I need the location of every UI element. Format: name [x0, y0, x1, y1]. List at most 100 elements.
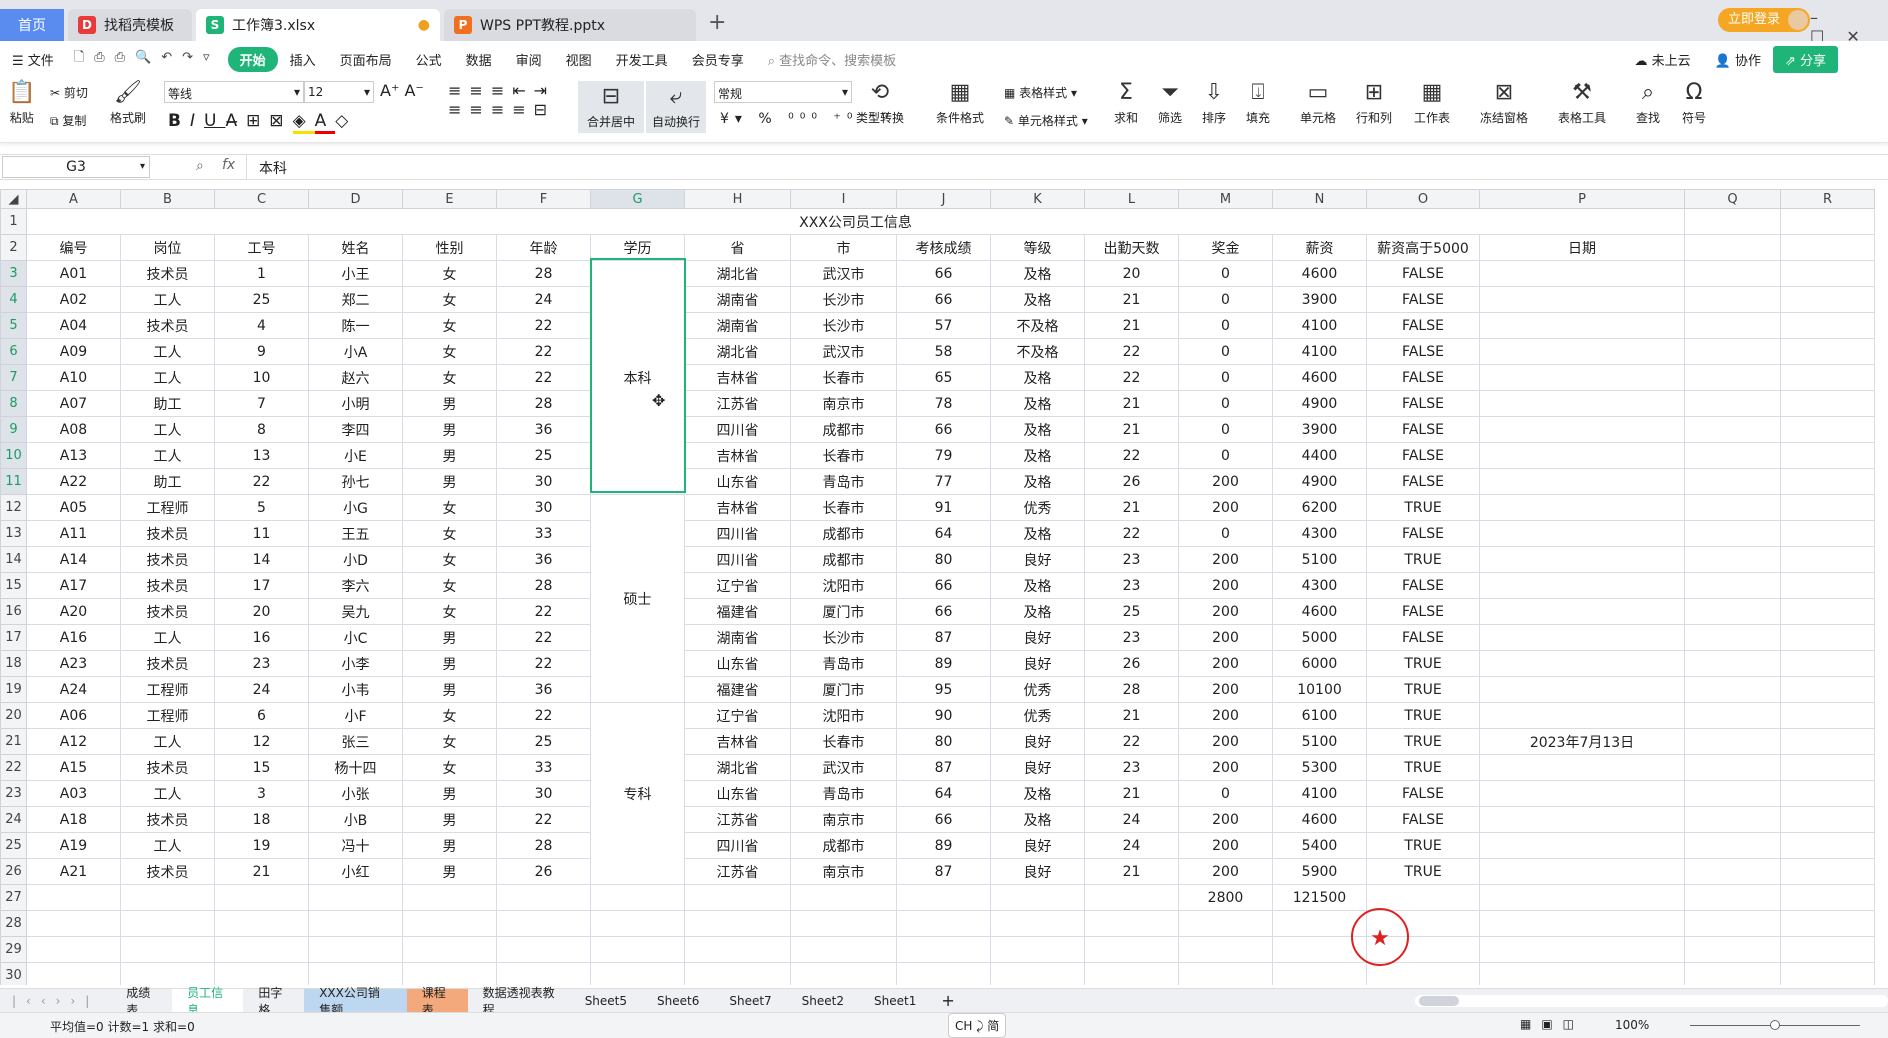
cell[interactable]: TRUE: [1366, 494, 1480, 521]
cell[interactable]: 不及格: [990, 338, 1085, 365]
cell[interactable]: [590, 936, 685, 963]
cell[interactable]: 小E: [308, 442, 403, 469]
cell[interactable]: [1780, 884, 1875, 911]
cell[interactable]: A16: [26, 624, 121, 651]
cell[interactable]: 11: [214, 520, 309, 547]
cell[interactable]: FALSE: [1366, 780, 1480, 807]
row-header-16[interactable]: 16: [0, 598, 27, 625]
cell[interactable]: [26, 936, 121, 963]
cell[interactable]: [1780, 286, 1875, 313]
column-title-cell[interactable]: 编号: [26, 234, 121, 261]
cell[interactable]: 6100: [1272, 702, 1367, 729]
cell[interactable]: 工人: [120, 286, 215, 313]
cell[interactable]: 工程师: [120, 676, 215, 703]
cell[interactable]: 良好: [990, 728, 1085, 755]
cell[interactable]: [1479, 390, 1685, 417]
row-header-20[interactable]: 20: [0, 702, 27, 729]
cell[interactable]: [790, 936, 897, 963]
cell[interactable]: 24: [1084, 806, 1179, 833]
cell[interactable]: [1684, 416, 1781, 443]
menu-file[interactable]: ☰ 文件: [0, 50, 66, 69]
find-button[interactable]: ⌕ 查找: [1636, 81, 1660, 126]
row-header-2[interactable]: 2: [0, 234, 27, 261]
cell[interactable]: 小王: [308, 260, 403, 287]
cell[interactable]: [1780, 728, 1875, 755]
cell[interactable]: [214, 884, 309, 911]
cell[interactable]: 辽宁省: [684, 572, 791, 599]
column-title-cell[interactable]: 性别: [402, 234, 497, 261]
cell[interactable]: 工人: [120, 728, 215, 755]
education-merged-cell[interactable]: 硕士: [590, 494, 685, 703]
cell[interactable]: 江苏省: [684, 806, 791, 833]
cell[interactable]: 吉林省: [684, 728, 791, 755]
cell[interactable]: 30: [496, 780, 591, 807]
cell[interactable]: 66: [896, 806, 991, 833]
cell[interactable]: 80: [896, 546, 991, 573]
cell[interactable]: 女: [402, 364, 497, 391]
cell[interactable]: 男: [402, 858, 497, 885]
cell[interactable]: [120, 962, 215, 985]
column-header-D[interactable]: D: [308, 189, 403, 209]
column-title-cell[interactable]: 出勤天数: [1084, 234, 1179, 261]
cell[interactable]: 9: [214, 338, 309, 365]
row-header-30[interactable]: 30: [0, 962, 27, 985]
cell[interactable]: 四川省: [684, 546, 791, 573]
cell[interactable]: [1780, 702, 1875, 729]
cell[interactable]: [1780, 260, 1875, 287]
cell[interactable]: 吉林省: [684, 442, 791, 469]
cell[interactable]: 福建省: [684, 676, 791, 703]
cell[interactable]: 4600: [1272, 364, 1367, 391]
row-header-21[interactable]: 21: [0, 728, 27, 755]
cell[interactable]: 24: [214, 676, 309, 703]
cell[interactable]: 吉林省: [684, 494, 791, 521]
cell[interactable]: 山东省: [684, 468, 791, 495]
cell[interactable]: [26, 910, 121, 937]
cell[interactable]: [214, 962, 309, 985]
cell[interactable]: 66: [896, 286, 991, 313]
cell[interactable]: 0: [1178, 442, 1273, 469]
zoom-formula-icon[interactable]: ⌕: [196, 158, 204, 174]
cell[interactable]: [590, 884, 685, 911]
cell[interactable]: 助工: [120, 468, 215, 495]
cell[interactable]: [1780, 962, 1875, 985]
cell[interactable]: 武汉市: [790, 338, 897, 365]
row-header-9[interactable]: 9: [0, 416, 27, 443]
cell[interactable]: [1479, 702, 1685, 729]
menu-page-layout[interactable]: 页面布局: [328, 50, 404, 69]
cell[interactable]: 4: [214, 312, 309, 339]
column-header-P[interactable]: P: [1479, 189, 1685, 209]
sheet-tab[interactable]: Sheet1: [859, 989, 931, 1013]
cell[interactable]: 郑二: [308, 286, 403, 313]
cell[interactable]: [1479, 832, 1685, 859]
cell[interactable]: [1780, 676, 1875, 703]
cell[interactable]: 30: [496, 494, 591, 521]
cell[interactable]: [1479, 364, 1685, 391]
cell[interactable]: FALSE: [1366, 416, 1480, 443]
horizontal-scrollbar[interactable]: [1414, 994, 1888, 1007]
cell[interactable]: 18: [214, 806, 309, 833]
cell[interactable]: [1780, 338, 1875, 365]
cell[interactable]: 武汉市: [790, 260, 897, 287]
cell[interactable]: [1780, 546, 1875, 573]
cell[interactable]: 技术员: [120, 858, 215, 885]
cell[interactable]: 男: [402, 442, 497, 469]
cell[interactable]: 200: [1178, 806, 1273, 833]
cell[interactable]: 0: [1178, 520, 1273, 547]
cell[interactable]: [1780, 858, 1875, 885]
cell[interactable]: 及格: [990, 364, 1085, 391]
cell[interactable]: A12: [26, 728, 121, 755]
cell[interactable]: 23: [1084, 624, 1179, 651]
cell[interactable]: [1479, 286, 1685, 313]
cell[interactable]: 24: [496, 286, 591, 313]
cell[interactable]: 22: [496, 338, 591, 365]
cell[interactable]: 赵六: [308, 364, 403, 391]
cell[interactable]: A24: [26, 676, 121, 703]
cell[interactable]: [1780, 806, 1875, 833]
cell[interactable]: 21: [1084, 494, 1179, 521]
cell[interactable]: [1178, 936, 1273, 963]
new-tab-button[interactable]: +: [708, 10, 726, 35]
cell[interactable]: [1780, 416, 1875, 443]
cell[interactable]: 14: [214, 546, 309, 573]
cell[interactable]: 28: [496, 572, 591, 599]
row-header-3[interactable]: 3: [0, 260, 27, 287]
